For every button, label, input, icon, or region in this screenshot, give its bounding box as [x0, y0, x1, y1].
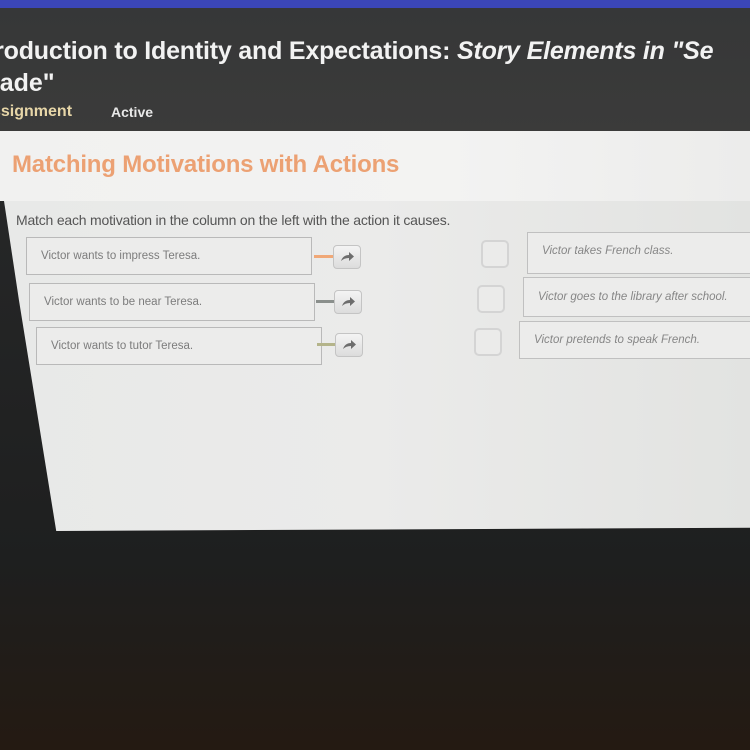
curved-arrow-icon	[341, 252, 354, 261]
connector-line	[317, 343, 337, 346]
assignment-label[interactable]: ssignment	[0, 103, 72, 121]
motivation-item[interactable]: Victor wants to be near Teresa.	[29, 283, 315, 321]
motivation-item[interactable]: Victor wants to tutor Teresa.	[36, 327, 322, 365]
course-title-story: Story Elements in "Se	[456, 37, 714, 65]
connector-line	[316, 300, 336, 303]
activity-title: Matching Motivations with Actions	[12, 151, 400, 178]
match-arrow-button[interactable]	[335, 333, 363, 357]
instructions-text: Match each motivation in the column on t…	[16, 212, 451, 228]
activity-header: Matching Motivations with Actions	[0, 131, 750, 201]
curved-arrow-icon	[343, 340, 356, 349]
action-label: Victor goes to the library after school.	[538, 291, 728, 303]
match-target-box[interactable]	[481, 240, 509, 268]
motivation-label: Victor wants to be near Teresa.	[44, 296, 203, 308]
action-label: Victor takes French class.	[542, 245, 674, 257]
course-header: troduction to Identity and Expectations:…	[0, 8, 750, 132]
match-arrow-button[interactable]	[334, 290, 362, 314]
action-item[interactable]: Victor takes French class.	[527, 232, 750, 274]
browser-top-strip	[0, 0, 750, 8]
action-label: Victor pretends to speak French.	[534, 334, 700, 346]
action-item[interactable]: Victor goes to the library after school.	[523, 277, 750, 317]
motivation-item[interactable]: Victor wants to impress Teresa.	[26, 237, 312, 275]
connector-line	[314, 255, 334, 258]
motivation-label: Victor wants to tutor Teresa.	[51, 340, 194, 352]
curved-arrow-icon	[342, 297, 355, 306]
match-target-box[interactable]	[477, 285, 505, 313]
match-target-box[interactable]	[474, 328, 502, 356]
status-badge: Active	[111, 104, 154, 120]
course-title-main: troduction to Identity and Expectations:	[0, 37, 457, 65]
action-item[interactable]: Victor pretends to speak French.	[519, 321, 750, 359]
course-title: troduction to Identity and Expectations:…	[0, 36, 750, 67]
course-title-line2: rade"	[0, 69, 55, 97]
motivation-label: Victor wants to impress Teresa.	[41, 250, 201, 262]
match-arrow-button[interactable]	[333, 245, 361, 269]
